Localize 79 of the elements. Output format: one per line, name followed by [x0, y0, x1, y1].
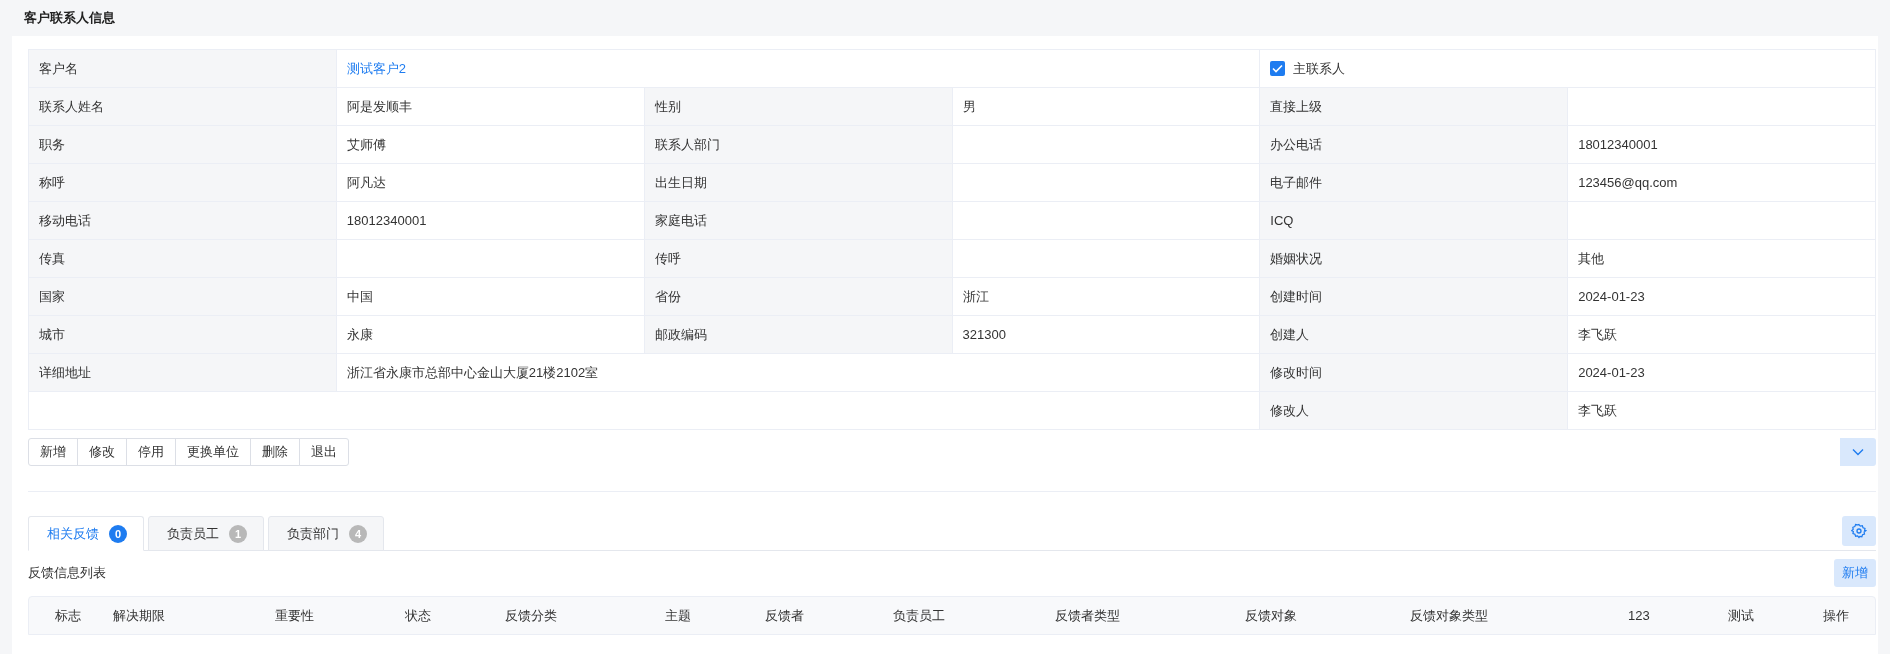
field-label: 客户名	[39, 59, 78, 78]
action-button[interactable]: 退出	[299, 438, 349, 466]
field-value: 李飞跃	[1578, 401, 1618, 420]
field-value: 永康	[346, 325, 373, 344]
field-value: 男	[962, 97, 976, 116]
count-badge: 1	[229, 524, 247, 543]
field-label: 电子邮件	[1270, 173, 1323, 192]
field-value: 123456@qq.com	[1578, 175, 1678, 190]
field-value: 中国	[346, 287, 373, 306]
field-label: 创建人	[1270, 325, 1310, 344]
action-button[interactable]: 新增	[28, 438, 78, 466]
field-label: 婚姻状况	[1270, 249, 1323, 268]
column-header: 反馈分类	[505, 606, 558, 625]
column-header: 反馈对象	[1245, 606, 1298, 625]
field-label: 办公电话	[1270, 135, 1323, 154]
field-label: 职务	[39, 135, 65, 154]
field-label: 省份	[654, 287, 681, 306]
column-header: 主题	[665, 606, 692, 625]
field-label: 传真	[39, 249, 65, 268]
settings-icon	[1851, 523, 1867, 539]
checkbox-label: 主联系人	[1293, 59, 1346, 78]
page-title: 客户联系人信息	[23, 9, 116, 27]
field-value: 18012340001	[1578, 137, 1658, 152]
action-button[interactable]: 修改	[77, 438, 127, 466]
action-button[interactable]: 停用	[126, 438, 176, 466]
column-header: 123	[1628, 608, 1651, 623]
column-header: 负责员工	[893, 606, 946, 625]
field-label: ICQ	[1270, 213, 1294, 228]
field-label: 联系人姓名	[39, 97, 104, 116]
field-label: 城市	[39, 325, 65, 344]
field-label: 国家	[39, 287, 65, 306]
field-value: 321300	[962, 327, 1006, 342]
count-badge: 4	[349, 524, 367, 543]
column-header: 状态	[405, 606, 432, 625]
tab[interactable]: 相关反馈 0	[28, 516, 144, 551]
field-label: 家庭电话	[654, 211, 707, 230]
column-header: 反馈者	[765, 606, 805, 625]
field-value: 18012340001	[346, 213, 427, 228]
tab[interactable]: 负责部门 4	[268, 516, 384, 551]
field-value: 李飞跃	[1578, 325, 1618, 344]
customer-link[interactable]: 测试客户2	[346, 59, 407, 78]
column-header: 测试	[1728, 606, 1755, 625]
chevron-down-icon	[1852, 448, 1864, 456]
settings-button[interactable]	[1842, 516, 1876, 546]
tab-label: 负责员工	[167, 524, 219, 543]
list-title: 反馈信息列表	[28, 564, 106, 582]
field-label: 传呼	[654, 249, 681, 268]
field-label: 修改人	[1270, 401, 1310, 420]
field-label: 创建时间	[1270, 287, 1323, 306]
field-value: 其他	[1578, 249, 1605, 268]
field-value: 2024-01-23	[1578, 289, 1645, 304]
column-header: 反馈对象类型	[1410, 606, 1489, 625]
field-label: 性别	[654, 97, 681, 116]
column-header: 标志	[55, 606, 82, 625]
field-value: 浙江省永康市总部中心金山大厦21楼2102室	[346, 363, 599, 382]
field-value: 阿是发顺丰	[346, 97, 412, 116]
tab-label: 负责部门	[287, 524, 339, 543]
field-label: 邮政编码	[654, 325, 707, 344]
tab[interactable]: 负责员工 1	[148, 516, 264, 551]
column-header: 重要性	[275, 606, 315, 625]
column-header: 反馈者类型	[1055, 606, 1121, 625]
field-label: 称呼	[39, 173, 65, 192]
count-badge: 0	[109, 524, 127, 543]
field-label: 移动电话	[39, 211, 91, 230]
tab-label: 相关反馈	[47, 524, 99, 543]
field-label: 详细地址	[39, 363, 91, 382]
checkbox[interactable]	[1270, 61, 1286, 76]
action-button[interactable]: 删除	[250, 438, 300, 466]
field-value: 阿凡达	[346, 173, 386, 192]
field-label: 修改时间	[1270, 363, 1323, 382]
column-header: 操作	[1823, 606, 1850, 625]
field-value: 艾师傅	[346, 135, 386, 154]
field-label: 出生日期	[654, 173, 707, 192]
column-header: 解决期限	[113, 606, 166, 625]
field-value: 浙江	[962, 287, 989, 306]
action-button[interactable]: 更换单位	[175, 438, 251, 466]
field-label: 联系人部门	[654, 135, 720, 154]
field-label: 直接上级	[1270, 97, 1323, 116]
field-value: 2024-01-23	[1578, 365, 1645, 380]
